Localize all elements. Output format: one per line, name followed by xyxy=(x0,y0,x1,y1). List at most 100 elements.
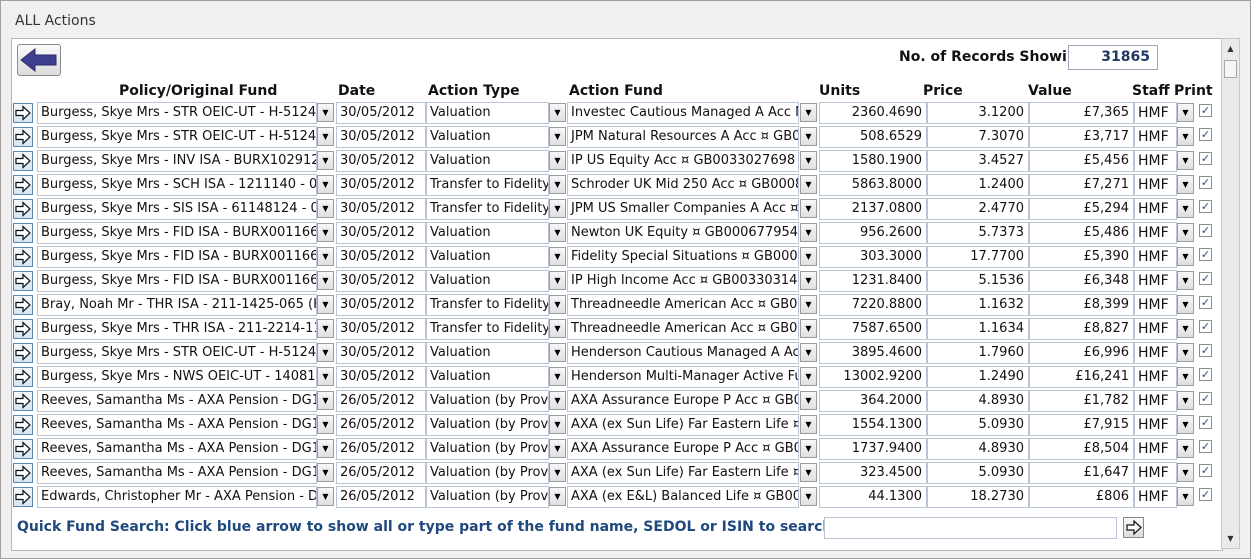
policy-cell[interactable]: Reeves, Samantha Ms - AXA Pension - DG18… xyxy=(37,390,317,412)
value-cell[interactable]: £7,915 xyxy=(1029,414,1134,436)
price-cell[interactable]: 7.3070 xyxy=(927,126,1029,148)
policy-cell[interactable]: Bray, Noah Mr - THR ISA - 211-1425-065 (… xyxy=(37,294,317,316)
go-to-record-icon[interactable] xyxy=(13,175,33,195)
policy-cell[interactable]: Burgess, Skye Mrs - THR ISA - 211-2214-1… xyxy=(37,318,317,340)
value-cell[interactable]: £806 xyxy=(1029,486,1134,508)
action-fund-cell[interactable]: JPM US Smaller Companies A Acc ¤ GI xyxy=(567,198,799,220)
units-cell[interactable]: 323.4500 xyxy=(819,462,927,484)
back-button[interactable] xyxy=(17,44,61,76)
value-cell[interactable]: £6,348 xyxy=(1029,270,1134,292)
value-cell[interactable]: £1,782 xyxy=(1029,390,1134,412)
dropdown-arrow-icon[interactable]: ▼ xyxy=(317,343,334,362)
dropdown-arrow-icon[interactable]: ▼ xyxy=(800,103,817,122)
action-type-cell[interactable]: Valuation (by Provi xyxy=(426,438,549,460)
date-cell[interactable]: 26/05/2012 xyxy=(336,438,426,460)
action-fund-cell[interactable]: IP US Equity Acc ¤ GB0033027698 (Equ xyxy=(567,150,799,172)
policy-cell[interactable]: Burgess, Skye Mrs - FID ISA - BURX001166… xyxy=(37,246,317,268)
staff-cell[interactable]: HMF xyxy=(1134,270,1177,292)
quick-search-input[interactable] xyxy=(824,517,1117,539)
print-checkbox[interactable]: ✓ xyxy=(1199,368,1212,381)
dropdown-arrow-icon[interactable]: ▼ xyxy=(549,319,566,338)
dropdown-arrow-icon[interactable]: ▼ xyxy=(800,199,817,218)
policy-cell[interactable]: Burgess, Skye Mrs - INV ISA - BURX102912… xyxy=(37,150,317,172)
dropdown-arrow-icon[interactable]: ▼ xyxy=(800,367,817,386)
dropdown-arrow-icon[interactable]: ▼ xyxy=(800,319,817,338)
go-to-record-icon[interactable] xyxy=(13,127,33,147)
units-cell[interactable]: 1554.1300 xyxy=(819,414,927,436)
policy-cell[interactable]: Burgess, Skye Mrs - SIS ISA - 61148124 -… xyxy=(37,198,317,220)
go-to-record-icon[interactable] xyxy=(13,199,33,219)
action-fund-cell[interactable]: Newton UK Equity ¤ GB0006779549 (E xyxy=(567,222,799,244)
action-fund-cell[interactable]: Threadneedle American Acc ¤ GB0001 xyxy=(567,318,799,340)
dropdown-arrow-icon[interactable]: ▼ xyxy=(549,223,566,242)
units-cell[interactable]: 7587.6500 xyxy=(819,318,927,340)
action-fund-cell[interactable]: AXA Assurance Europe P Acc ¤ GB000 xyxy=(567,390,799,412)
scroll-down-icon[interactable]: ▼ xyxy=(1223,530,1238,547)
print-checkbox[interactable]: ✓ xyxy=(1199,128,1212,141)
value-cell[interactable]: £3,717 xyxy=(1029,126,1134,148)
dropdown-arrow-icon[interactable]: ▼ xyxy=(317,151,334,170)
staff-cell[interactable]: HMF xyxy=(1134,462,1177,484)
dropdown-arrow-icon[interactable]: ▼ xyxy=(317,127,334,146)
action-type-cell[interactable]: Valuation xyxy=(426,366,549,388)
dropdown-arrow-icon[interactable]: ▼ xyxy=(549,271,566,290)
action-fund-cell[interactable]: AXA (ex Sun Life) Far Eastern Life ¤ G xyxy=(567,414,799,436)
staff-cell[interactable]: HMF xyxy=(1134,222,1177,244)
dropdown-arrow-icon[interactable]: ▼ xyxy=(549,343,566,362)
print-checkbox[interactable]: ✓ xyxy=(1199,104,1212,117)
dropdown-arrow-icon[interactable]: ▼ xyxy=(317,199,334,218)
policy-cell[interactable]: Burgess, Skye Mrs - FID ISA - BURX001166… xyxy=(37,222,317,244)
dropdown-arrow-icon[interactable]: ▼ xyxy=(317,175,334,194)
staff-cell[interactable]: HMF xyxy=(1134,294,1177,316)
value-cell[interactable]: £8,399 xyxy=(1029,294,1134,316)
print-checkbox[interactable]: ✓ xyxy=(1199,224,1212,237)
dropdown-arrow-icon[interactable]: ▼ xyxy=(1177,343,1194,362)
price-cell[interactable]: 3.4527 xyxy=(927,150,1029,172)
dropdown-arrow-icon[interactable]: ▼ xyxy=(1177,199,1194,218)
date-cell[interactable]: 30/05/2012 xyxy=(336,198,426,220)
staff-cell[interactable]: HMF xyxy=(1134,102,1177,124)
value-cell[interactable]: £8,827 xyxy=(1029,318,1134,340)
price-cell[interactable]: 1.7960 xyxy=(927,342,1029,364)
units-cell[interactable]: 3895.4600 xyxy=(819,342,927,364)
staff-cell[interactable]: HMF xyxy=(1134,318,1177,340)
dropdown-arrow-icon[interactable]: ▼ xyxy=(800,487,817,506)
date-cell[interactable]: 30/05/2012 xyxy=(336,174,426,196)
dropdown-arrow-icon[interactable]: ▼ xyxy=(317,463,334,482)
date-cell[interactable]: 30/05/2012 xyxy=(336,294,426,316)
dropdown-arrow-icon[interactable]: ▼ xyxy=(1177,487,1194,506)
value-cell[interactable]: £1,647 xyxy=(1029,462,1134,484)
staff-cell[interactable]: HMF xyxy=(1134,150,1177,172)
action-fund-cell[interactable]: AXA Assurance Europe P Acc ¤ GB000 xyxy=(567,438,799,460)
value-cell[interactable]: £5,294 xyxy=(1029,198,1134,220)
dropdown-arrow-icon[interactable]: ▼ xyxy=(549,415,566,434)
dropdown-arrow-icon[interactable]: ▼ xyxy=(1177,175,1194,194)
dropdown-arrow-icon[interactable]: ▼ xyxy=(800,175,817,194)
action-fund-cell[interactable]: Schroder UK Mid 250 Acc ¤ GB0008528 xyxy=(567,174,799,196)
staff-cell[interactable]: HMF xyxy=(1134,126,1177,148)
policy-cell[interactable]: Burgess, Skye Mrs - STR OEIC-UT - H-5124… xyxy=(37,342,317,364)
value-cell[interactable]: £5,486 xyxy=(1029,222,1134,244)
scroll-thumb[interactable] xyxy=(1224,60,1237,78)
policy-cell[interactable]: Burgess, Skye Mrs - STR OEIC-UT - H-5124… xyxy=(37,102,317,124)
print-checkbox[interactable]: ✓ xyxy=(1199,272,1212,285)
date-cell[interactable]: 30/05/2012 xyxy=(336,270,426,292)
price-cell[interactable]: 17.7700 xyxy=(927,246,1029,268)
units-cell[interactable]: 5863.8000 xyxy=(819,174,927,196)
value-cell[interactable]: £6,996 xyxy=(1029,342,1134,364)
dropdown-arrow-icon[interactable]: ▼ xyxy=(1177,295,1194,314)
policy-cell[interactable]: Burgess, Skye Mrs - STR OEIC-UT - H-5124… xyxy=(37,126,317,148)
policy-cell[interactable]: Reeves, Samantha Ms - AXA Pension - DG18… xyxy=(37,462,317,484)
staff-cell[interactable]: HMF xyxy=(1134,438,1177,460)
dropdown-arrow-icon[interactable]: ▼ xyxy=(549,439,566,458)
dropdown-arrow-icon[interactable]: ▼ xyxy=(549,391,566,410)
dropdown-arrow-icon[interactable]: ▼ xyxy=(317,223,334,242)
price-cell[interactable]: 5.1536 xyxy=(927,270,1029,292)
policy-cell[interactable]: Burgess, Skye Mrs - SCH ISA - 1211140 - … xyxy=(37,174,317,196)
staff-cell[interactable]: HMF xyxy=(1134,342,1177,364)
dropdown-arrow-icon[interactable]: ▼ xyxy=(1177,127,1194,146)
dropdown-arrow-icon[interactable]: ▼ xyxy=(549,463,566,482)
dropdown-arrow-icon[interactable]: ▼ xyxy=(1177,271,1194,290)
date-cell[interactable]: 30/05/2012 xyxy=(336,318,426,340)
policy-cell[interactable]: Reeves, Samantha Ms - AXA Pension - DG15… xyxy=(37,414,317,436)
